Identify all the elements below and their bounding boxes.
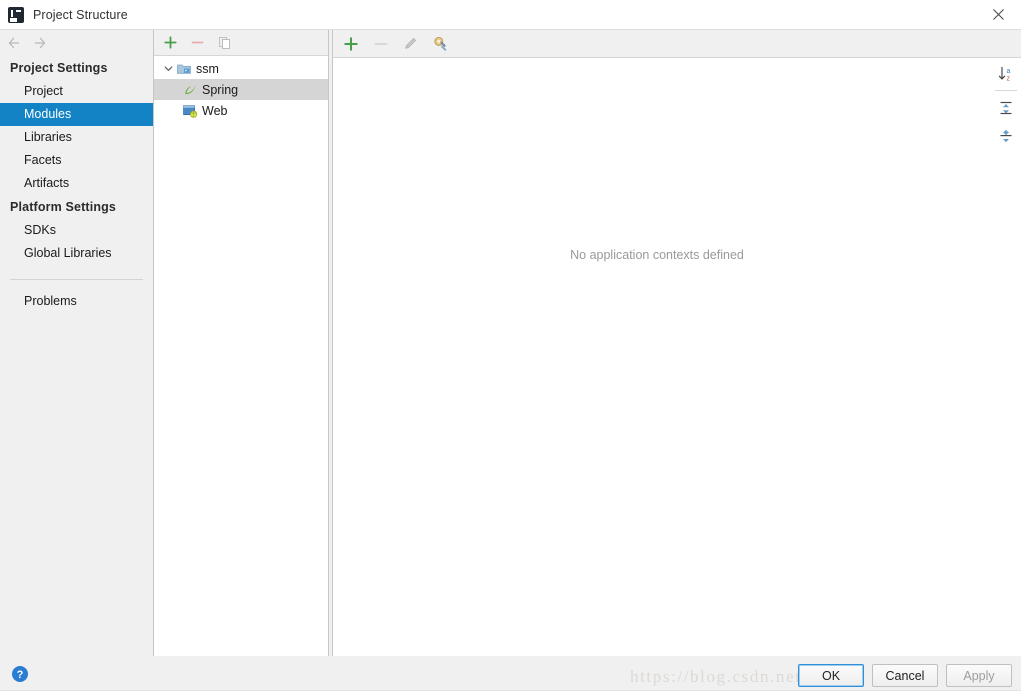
plus-icon [164, 36, 177, 49]
tree-node-label: ssm [196, 61, 219, 76]
tree-node-label: Web [202, 103, 228, 118]
contexts-content: No application contexts defined a z [333, 58, 1021, 656]
sidebar-item-global-libraries[interactable]: Global Libraries [0, 242, 153, 265]
remove-module-button[interactable] [189, 34, 206, 51]
minus-icon [373, 42, 388, 45]
add-context-button[interactable] [342, 35, 359, 52]
sidebar-item-artifacts[interactable]: Artifacts [0, 172, 153, 195]
copy-module-button[interactable] [216, 34, 233, 51]
toolbar-divider [995, 90, 1017, 91]
add-module-button[interactable] [162, 34, 179, 51]
wrench-config-icon [433, 36, 446, 51]
remove-context-button[interactable] [372, 35, 389, 52]
copy-icon [218, 36, 230, 49]
expand-all-button[interactable] [994, 96, 1018, 120]
sidebar-divider [10, 279, 143, 280]
help-circle-icon: ? [12, 666, 28, 682]
tree-row[interactable]: Spring [154, 79, 328, 100]
configure-button[interactable] [432, 35, 449, 52]
sidebar-item-sdks[interactable]: SDKs [0, 219, 153, 242]
sidebar-item-project[interactable]: Project [0, 80, 153, 103]
edit-context-button[interactable] [402, 35, 419, 52]
window-title: Project Structure [33, 7, 128, 22]
sidebar-item-problems[interactable]: Problems [0, 290, 153, 313]
contexts-side-toolbar: a z [991, 58, 1021, 148]
sidebar-group-platform-settings: Platform Settings [10, 200, 117, 214]
plus-icon [343, 36, 358, 51]
collapse-all-button[interactable] [994, 124, 1018, 148]
navigation-arrows [0, 30, 153, 56]
sort-alphabetically-button[interactable]: a z [994, 62, 1018, 86]
minus-icon [191, 41, 204, 44]
contexts-toolbar [333, 30, 1021, 58]
arrow-left-icon[interactable] [6, 35, 22, 51]
spring-leaf-icon [185, 84, 196, 94]
ok-button[interactable]: OK [798, 664, 864, 687]
sidebar-item-libraries[interactable]: Libraries [0, 126, 153, 149]
web-facet-icon [183, 104, 198, 118]
svg-text:?: ? [17, 669, 24, 681]
collapse-all-icon [1000, 129, 1012, 143]
sort-az-icon: a z [998, 66, 1011, 83]
tree-row[interactable]: Web [154, 100, 328, 121]
sidebar-item-modules[interactable]: Modules [0, 103, 153, 126]
close-button[interactable] [976, 0, 1021, 29]
facet-detail-panel: No application contexts defined a z [332, 30, 1021, 656]
svg-text:z: z [1007, 76, 1011, 83]
sidebar-item-facets[interactable]: Facets [0, 149, 153, 172]
title-bar: Project Structure [0, 0, 1021, 30]
dialog-body: Project Settings Project Modules Librari… [0, 30, 1021, 658]
svg-text:a: a [1007, 68, 1011, 75]
modules-tree: ssm Spring Web [154, 56, 328, 121]
intellij-idea-logo [8, 6, 24, 23]
settings-sidebar: Project Settings Project Modules Librari… [0, 30, 153, 658]
module-folder-icon [177, 64, 191, 74]
cancel-button[interactable]: Cancel [872, 664, 938, 687]
expand-toggle-ssm[interactable] [160, 64, 176, 73]
close-icon [993, 9, 1004, 20]
apply-button[interactable]: Apply [946, 664, 1012, 687]
expand-all-icon [1000, 101, 1012, 115]
dialog-buttons: OK Cancel Apply [798, 664, 1012, 687]
tree-node-label: Spring [202, 82, 239, 97]
chevron-down-icon [164, 66, 172, 71]
arrow-right-icon[interactable] [32, 35, 48, 51]
empty-state-message: No application contexts defined [570, 248, 744, 262]
sidebar-group-project-settings: Project Settings [10, 61, 108, 75]
pencil-icon [405, 38, 416, 49]
help-button[interactable]: ? [11, 665, 29, 683]
modules-tree-panel: ssm Spring Web [153, 30, 329, 656]
tree-row[interactable]: ssm [154, 58, 328, 79]
watermark-text: https://blog.csdn.net [630, 667, 802, 686]
modules-tree-toolbar [154, 30, 328, 56]
